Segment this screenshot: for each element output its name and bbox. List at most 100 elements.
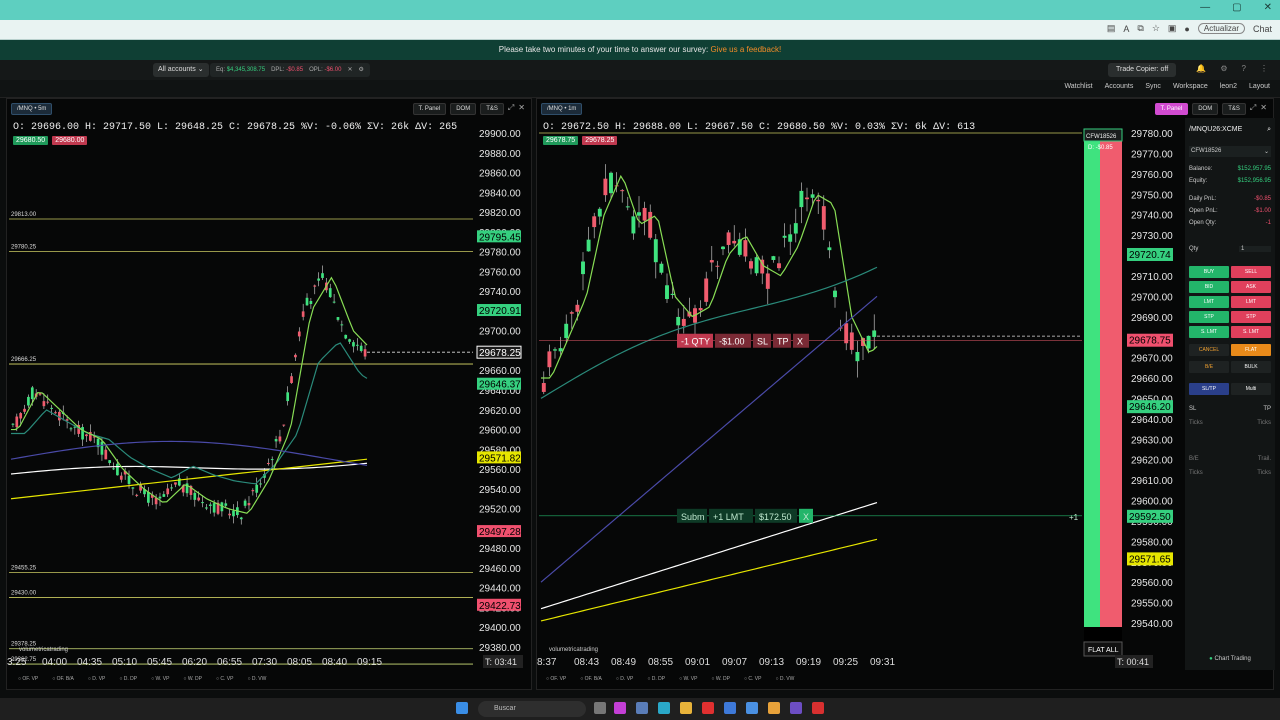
- nav-watchlist[interactable]: Watchlist: [1064, 83, 1092, 90]
- candle-body: [212, 503, 216, 513]
- bell-icon[interactable]: 🔔: [1196, 64, 1206, 73]
- gear-icon[interactable]: ⚙: [1220, 64, 1227, 73]
- store-icon[interactable]: [746, 702, 758, 714]
- sltp-tab[interactable]: SL/TP: [1189, 383, 1229, 395]
- study-toggle[interactable]: ○ W. VP: [151, 676, 169, 682]
- study-toggle[interactable]: ○ D. VP: [616, 676, 633, 682]
- collections-icon[interactable]: ▣: [1168, 23, 1177, 34]
- dom-button[interactable]: DOM: [1192, 103, 1219, 115]
- nav-workspace[interactable]: Workspace: [1173, 83, 1208, 90]
- chart-trading-label[interactable]: ● Chart Trading: [1209, 656, 1251, 662]
- breakeven-button[interactable]: B/E: [1189, 361, 1229, 373]
- close-icon[interactable]: ✕: [1260, 103, 1267, 115]
- favorites-icon[interactable]: ☆: [1152, 23, 1160, 34]
- expand-icon[interactable]: ⤢: [508, 103, 514, 115]
- account-select[interactable]: All accounts ⌄: [153, 63, 209, 77]
- buy-stop-button[interactable]: STP: [1189, 311, 1229, 323]
- profile-icon[interactable]: ●: [1184, 24, 1189, 34]
- buy-limit-button[interactable]: LMT: [1189, 296, 1229, 308]
- ts-button[interactable]: T&S: [480, 103, 504, 115]
- translate-icon[interactable]: A: [1123, 24, 1129, 34]
- tpanel-button[interactable]: T. Panel: [412, 103, 447, 115]
- account-select[interactable]: CFW18526: [1191, 148, 1221, 155]
- app-icon[interactable]: [812, 702, 824, 714]
- chat-button[interactable]: Chat: [1253, 24, 1272, 34]
- trade-symbol[interactable]: /MNQU26:XCME: [1189, 126, 1242, 134]
- gear-icon[interactable]: ⚙: [359, 63, 364, 77]
- buy-button[interactable]: BUY: [1189, 266, 1229, 278]
- ask-button[interactable]: ASK: [1231, 281, 1271, 293]
- cancel-button[interactable]: CANCEL: [1189, 344, 1229, 356]
- multi-tab[interactable]: Multi: [1231, 383, 1271, 395]
- buy-stop-limit-button[interactable]: S. LMT: [1189, 326, 1229, 338]
- minimize-icon[interactable]: —: [1200, 2, 1210, 13]
- study-toggle[interactable]: ○ D. DP: [647, 676, 665, 682]
- app-icon[interactable]: [790, 702, 802, 714]
- sell-stop-button[interactable]: STP: [1231, 311, 1271, 323]
- qty-input[interactable]: 1: [1239, 246, 1271, 252]
- symbol-tab[interactable]: /MNQ • 1m: [541, 103, 583, 115]
- survey-link[interactable]: Give us a feedback!: [710, 45, 781, 54]
- qty-select[interactable]: Qty: [1189, 246, 1198, 252]
- chart-panel-right[interactable]: 29780.00 29770.00 29760.00 29750.00 29740.00…: [536, 98, 1274, 690]
- ts-button[interactable]: T&S: [1222, 103, 1246, 115]
- reading-icon[interactable]: ▤: [1107, 23, 1116, 34]
- sell-limit-button[interactable]: LMT: [1231, 296, 1271, 308]
- app-icon[interactable]: [702, 702, 714, 714]
- edge-icon[interactable]: [658, 702, 670, 714]
- study-toggle[interactable]: ○ W. DP: [711, 676, 730, 682]
- chevron-down-icon[interactable]: ⌄: [1264, 148, 1269, 155]
- help-icon[interactable]: ?: [1242, 64, 1246, 73]
- study-toggle[interactable]: ○ C. VP: [744, 676, 761, 682]
- dom-button[interactable]: DOM: [450, 103, 477, 115]
- taskbar-search[interactable]: Buscar: [478, 701, 586, 717]
- study-toggle[interactable]: ○ C. VP: [216, 676, 233, 682]
- study-toggle[interactable]: ○ D. VW: [775, 676, 794, 682]
- nav-sync[interactable]: Sync: [1145, 83, 1161, 90]
- search-icon[interactable]: ⌕: [1267, 126, 1271, 134]
- flat-button[interactable]: FLAT: [1231, 344, 1271, 356]
- sell-stop-limit-button[interactable]: S. LMT: [1231, 326, 1271, 338]
- close-icon[interactable]: ✕: [518, 103, 525, 115]
- update-button[interactable]: Actualizar: [1197, 23, 1245, 34]
- chart-panel-left[interactable]: 29900.00 29880.00 29860.00 29840.00 29820.00…: [6, 98, 532, 690]
- study-toggle[interactable]: ○ D. DP: [119, 676, 137, 682]
- extensions-icon[interactable]: ⧉: [1137, 23, 1143, 34]
- tpanel-button[interactable]: T. Panel: [1154, 103, 1189, 115]
- sl-ticks-select[interactable]: Ticks: [1189, 420, 1203, 426]
- nav-user[interactable]: leon2: [1220, 83, 1237, 90]
- sell-button[interactable]: SELL: [1231, 266, 1271, 278]
- bulk-button[interactable]: BULK: [1231, 361, 1271, 373]
- chart-right-canvas[interactable]: 29780.00 29770.00 29760.00 29750.00 29740.00…: [537, 99, 1275, 691]
- study-toggle[interactable]: ○ OF. VP: [546, 676, 566, 682]
- study-toggle[interactable]: ○ D. VP: [88, 676, 105, 682]
- study-toggle[interactable]: ○ OF. VP: [18, 676, 38, 682]
- close-icon[interactable]: ✕: [347, 63, 352, 77]
- nav-layout[interactable]: Layout: [1249, 83, 1270, 90]
- study-toggle[interactable]: ○ D. VW: [247, 676, 266, 682]
- bid-button[interactable]: BID: [1189, 281, 1229, 293]
- maximize-icon[interactable]: ▢: [1232, 2, 1241, 13]
- study-toggle[interactable]: ○ OF. B/A: [52, 676, 74, 682]
- app-icon[interactable]: [636, 702, 648, 714]
- study-toggle[interactable]: ○ OF. B/A: [580, 676, 602, 682]
- task-view-icon[interactable]: [594, 702, 606, 714]
- trade-copier-button[interactable]: Trade Copier: off: [1108, 63, 1177, 77]
- trail-ticks-select[interactable]: Ticks: [1257, 470, 1271, 476]
- file-explorer-icon[interactable]: [680, 702, 692, 714]
- nav-accounts[interactable]: Accounts: [1105, 83, 1134, 90]
- chrome-icon[interactable]: [768, 702, 780, 714]
- app-icon[interactable]: [724, 702, 736, 714]
- study-toggle[interactable]: ○ W. DP: [183, 676, 202, 682]
- symbol-tab[interactable]: /MNQ • 5m: [11, 103, 53, 115]
- close-icon[interactable]: ✕: [1264, 2, 1272, 13]
- tp-ticks-select[interactable]: Ticks: [1257, 420, 1271, 426]
- study-toggle[interactable]: ○ W. VP: [679, 676, 697, 682]
- copilot-icon[interactable]: [614, 702, 626, 714]
- menu-icon[interactable]: ⋮: [1260, 64, 1268, 73]
- candle-body: [586, 239, 591, 252]
- windows-start-icon[interactable]: [456, 702, 468, 714]
- chart-left-canvas[interactable]: 29900.00 29880.00 29860.00 29840.00 29820.00…: [7, 99, 533, 691]
- expand-icon[interactable]: ⤢: [1250, 103, 1256, 115]
- be-ticks-select[interactable]: Ticks: [1189, 470, 1203, 476]
